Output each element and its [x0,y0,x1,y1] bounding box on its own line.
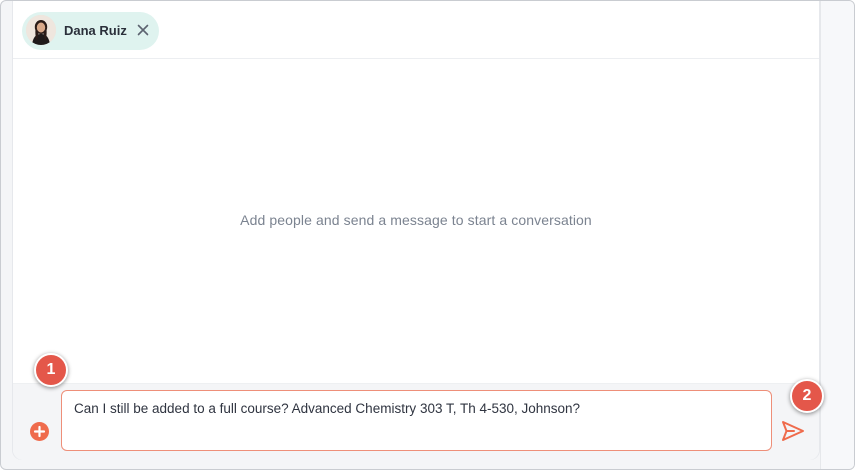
avatar [26,15,56,45]
recipient-chip[interactable]: Dana Ruiz [22,12,159,50]
recipients-header: Dana Ruiz [13,1,819,59]
avatar-image [26,15,56,45]
callout-marker-1: 1 [34,353,68,387]
empty-state-text: Add people and send a message to start a… [240,212,592,228]
message-input[interactable] [61,390,772,451]
close-icon[interactable] [134,21,152,39]
window-frame: Dana Ruiz Add people and send a message … [0,0,855,470]
plus-circle-icon[interactable] [30,422,49,441]
send-icon[interactable] [781,420,805,442]
callout-marker-2: 2 [790,379,824,413]
right-gutter [820,1,854,469]
recipient-name: Dana Ruiz [64,23,127,38]
